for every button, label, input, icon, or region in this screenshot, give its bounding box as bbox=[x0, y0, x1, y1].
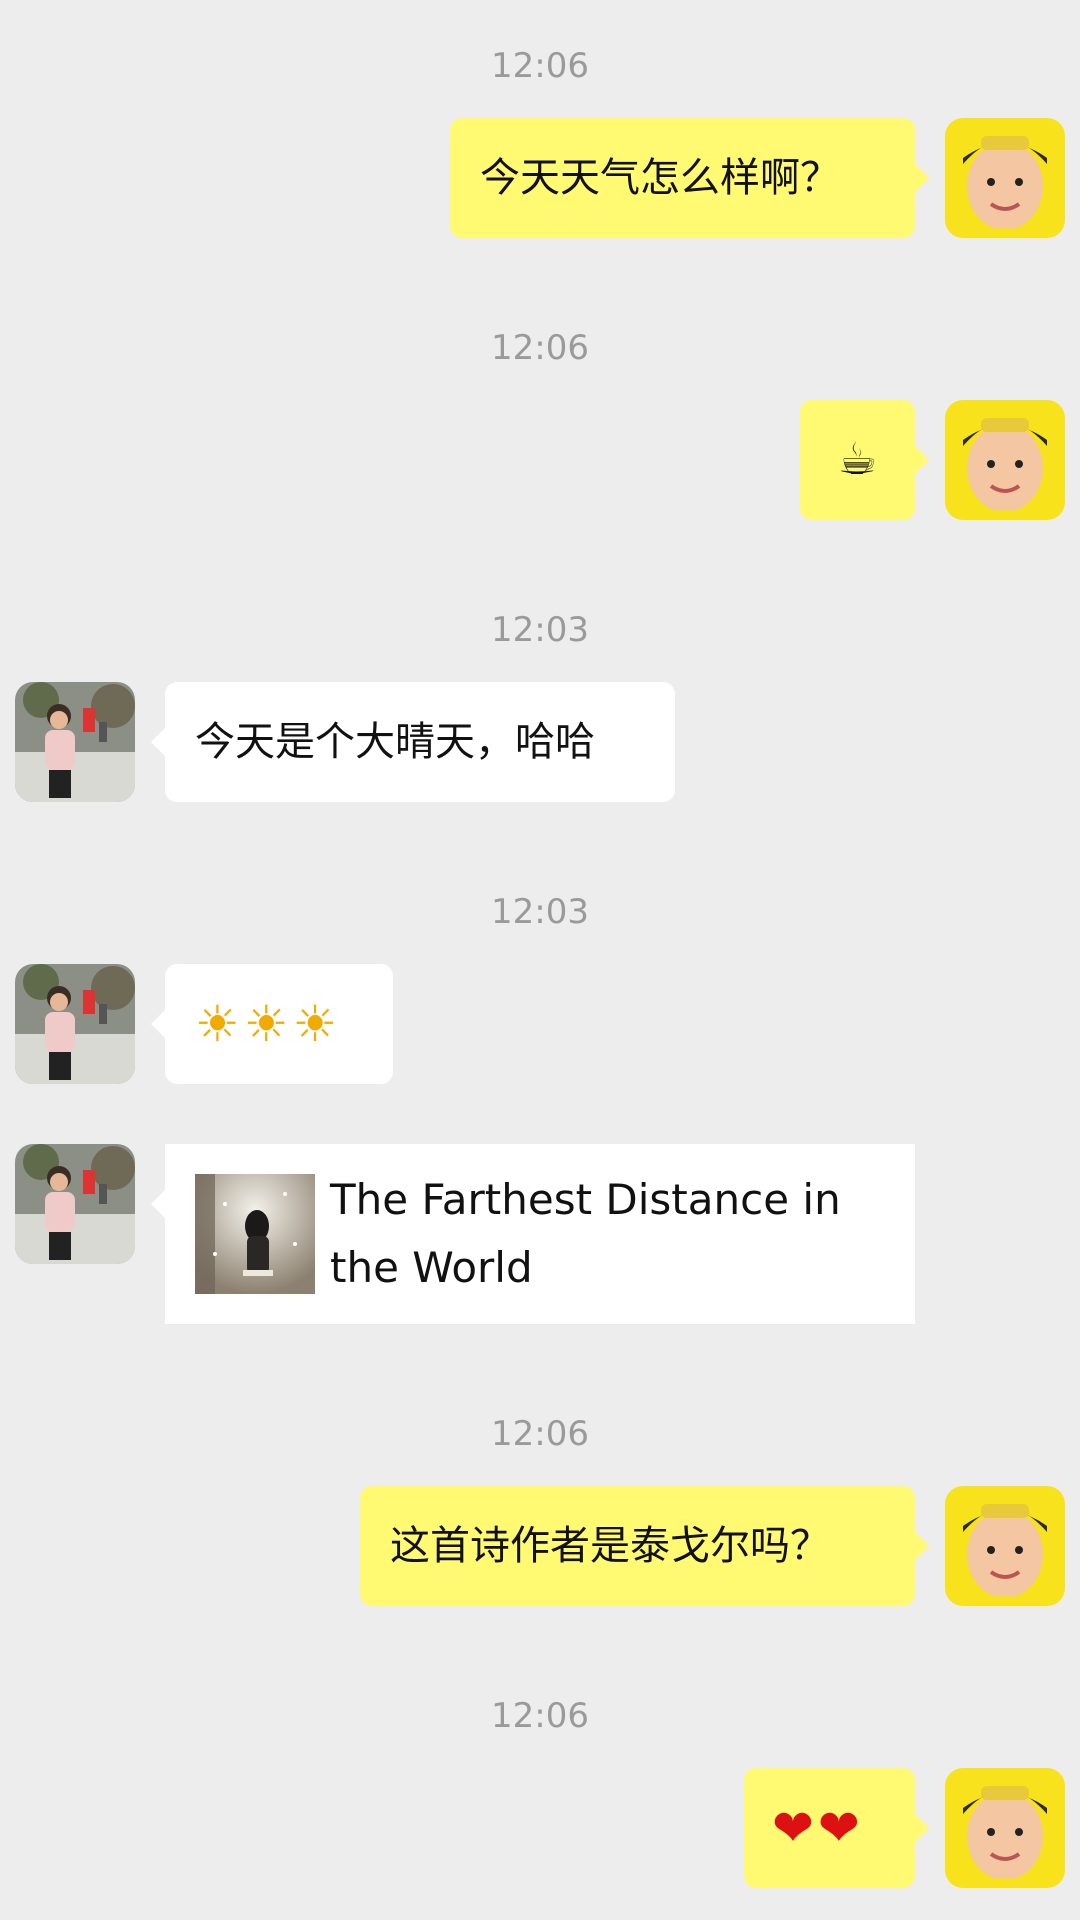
friend-message-bubble[interactable]: 今天是个大晴天，哈哈 bbox=[151, 682, 675, 802]
friend-avatar[interactable] bbox=[15, 682, 135, 802]
my-avatar[interactable] bbox=[945, 400, 1065, 520]
timestamp: 12:06 bbox=[491, 1414, 589, 1454]
friend-message-bubble[interactable]: ☀☀☀ bbox=[151, 964, 393, 1084]
timestamp: 12:03 bbox=[491, 892, 589, 932]
friend-avatar[interactable] bbox=[15, 964, 135, 1084]
sun-emoji: ☀☀☀ bbox=[195, 995, 342, 1053]
timestamp: 12:03 bbox=[491, 610, 589, 650]
my-message-bubble[interactable]: 这首诗作者是泰戈尔吗？ bbox=[360, 1486, 929, 1606]
link-card[interactable]: The Farthest Distance in the World bbox=[151, 1144, 915, 1324]
my-message-bubble[interactable]: 今天天气怎么样啊？ bbox=[450, 118, 929, 238]
heart-emoji: ❤❤ bbox=[772, 1799, 864, 1857]
chat-window[interactable]: 12:06 今天天气怎么样啊？ 12:06 ☕ 12:03 今天是个大晴天，哈哈… bbox=[0, 0, 1080, 1920]
link-thumbnail bbox=[195, 1174, 315, 1294]
timestamp: 12:06 bbox=[491, 46, 589, 86]
timestamp: 12:06 bbox=[491, 1696, 589, 1736]
timestamp: 12:06 bbox=[491, 328, 589, 368]
link-title: The Farthest Distance in the World bbox=[330, 1175, 841, 1292]
my-message-bubble[interactable]: ☕ bbox=[800, 400, 929, 520]
my-avatar[interactable] bbox=[945, 1768, 1065, 1888]
my-avatar[interactable] bbox=[945, 1486, 1065, 1606]
message-text: 今天是个大晴天，哈哈 bbox=[195, 719, 595, 765]
my-message-bubble[interactable]: ❤❤ bbox=[744, 1768, 929, 1888]
message-text: 今天天气怎么样啊？ bbox=[480, 155, 840, 201]
friend-avatar[interactable] bbox=[15, 1144, 135, 1264]
my-avatar[interactable] bbox=[945, 118, 1065, 238]
message-text: 这首诗作者是泰戈尔吗？ bbox=[390, 1523, 830, 1569]
coffee-emoji: ☕ bbox=[837, 434, 878, 485]
